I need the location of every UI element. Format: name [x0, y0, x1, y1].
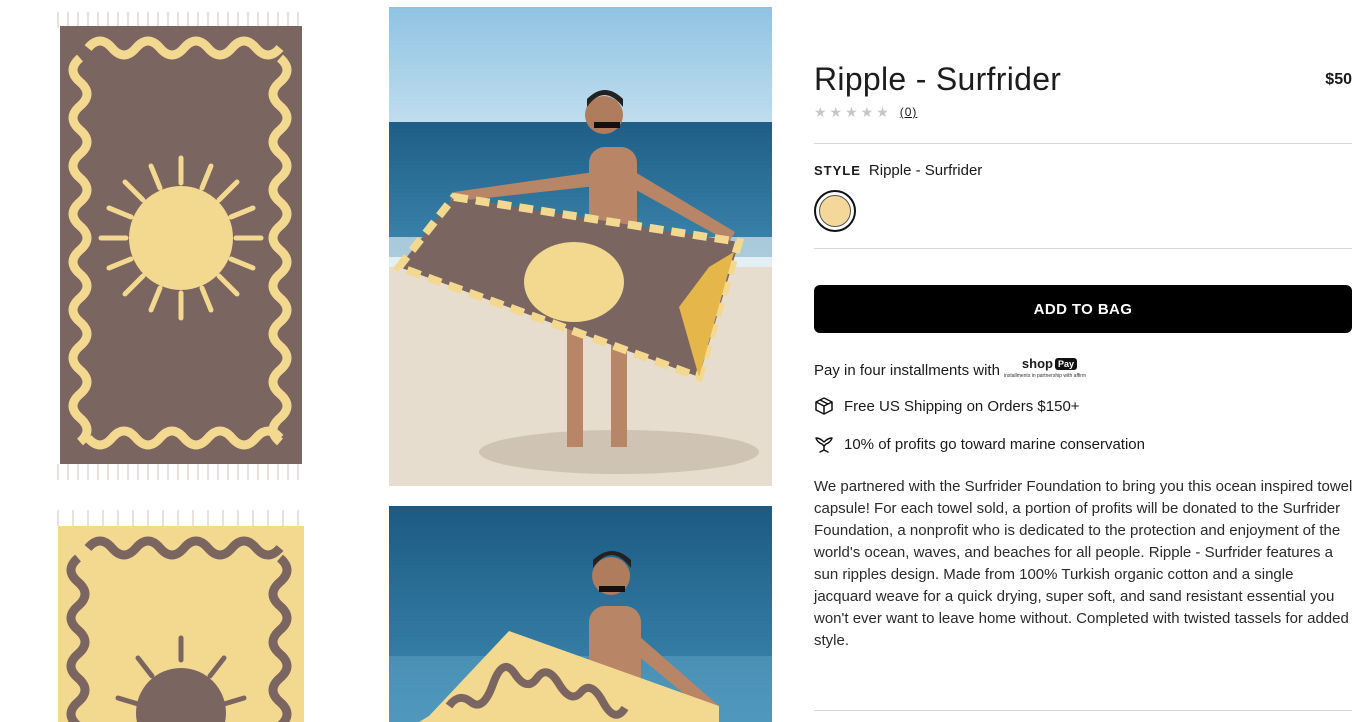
installments-row: Pay in four installments with shop Pay i… — [814, 356, 1352, 382]
towel-flat-yellow-image[interactable] — [48, 508, 310, 722]
pay-badge: Pay — [1054, 357, 1077, 370]
rating-stars-icon: ★★★★★ — [814, 103, 892, 120]
conservation-text: 10% of profits go toward marine conserva… — [844, 435, 1145, 453]
style-value: Ripple - Surfrider — [868, 162, 983, 179]
whale-tail-icon — [814, 434, 834, 454]
shop-pay-logo[interactable]: shop Pay installments in partnership wit… — [1004, 356, 1086, 379]
rating-row: ★★★★★ (0) — [814, 103, 1352, 121]
product-info-panel: Ripple - Surfrider $50 ★★★★★ (0) STYLE R… — [814, 58, 1352, 652]
divider — [814, 143, 1352, 144]
product-price: $50 — [1325, 71, 1352, 88]
product-page: Ripple - Surfrider $50 ★★★★★ (0) STYLE R… — [0, 0, 1363, 722]
style-label: STYLE — [814, 163, 861, 178]
beach-lifestyle-photo-2[interactable] — [389, 506, 772, 722]
shop-pay-wordmark: shop Pay — [1022, 356, 1077, 371]
style-swatch-color — [819, 195, 851, 227]
affirm-partnership-text: installments in partnership with affirm — [1003, 373, 1087, 379]
style-selector-label: STYLE Ripple - Surfrider — [814, 162, 1352, 179]
installments-text: Pay in four installments with — [814, 362, 1000, 379]
divider — [814, 710, 1352, 711]
product-title: Ripple - Surfrider — [814, 61, 1062, 97]
shipping-feature: Free US Shipping on Orders $150+ — [814, 396, 1352, 416]
product-description: We partnered with the Surfrider Foundati… — [814, 478, 1353, 649]
shipping-text: Free US Shipping on Orders $150+ — [844, 397, 1080, 415]
beach-lifestyle-photo-1[interactable] — [389, 7, 772, 486]
shop-wordmark: shop — [1021, 356, 1053, 371]
box-icon — [814, 396, 834, 416]
style-swatch-selected[interactable] — [814, 190, 856, 232]
title-row: Ripple - Surfrider $50 — [814, 58, 1352, 100]
reviews-count-link[interactable]: (0) — [900, 105, 918, 119]
towel-flat-brown-image[interactable] — [48, 8, 310, 484]
divider — [814, 248, 1352, 249]
conservation-feature: 10% of profits go toward marine conserva… — [814, 434, 1352, 454]
add-to-bag-button[interactable]: ADD TO BAG — [814, 285, 1352, 333]
